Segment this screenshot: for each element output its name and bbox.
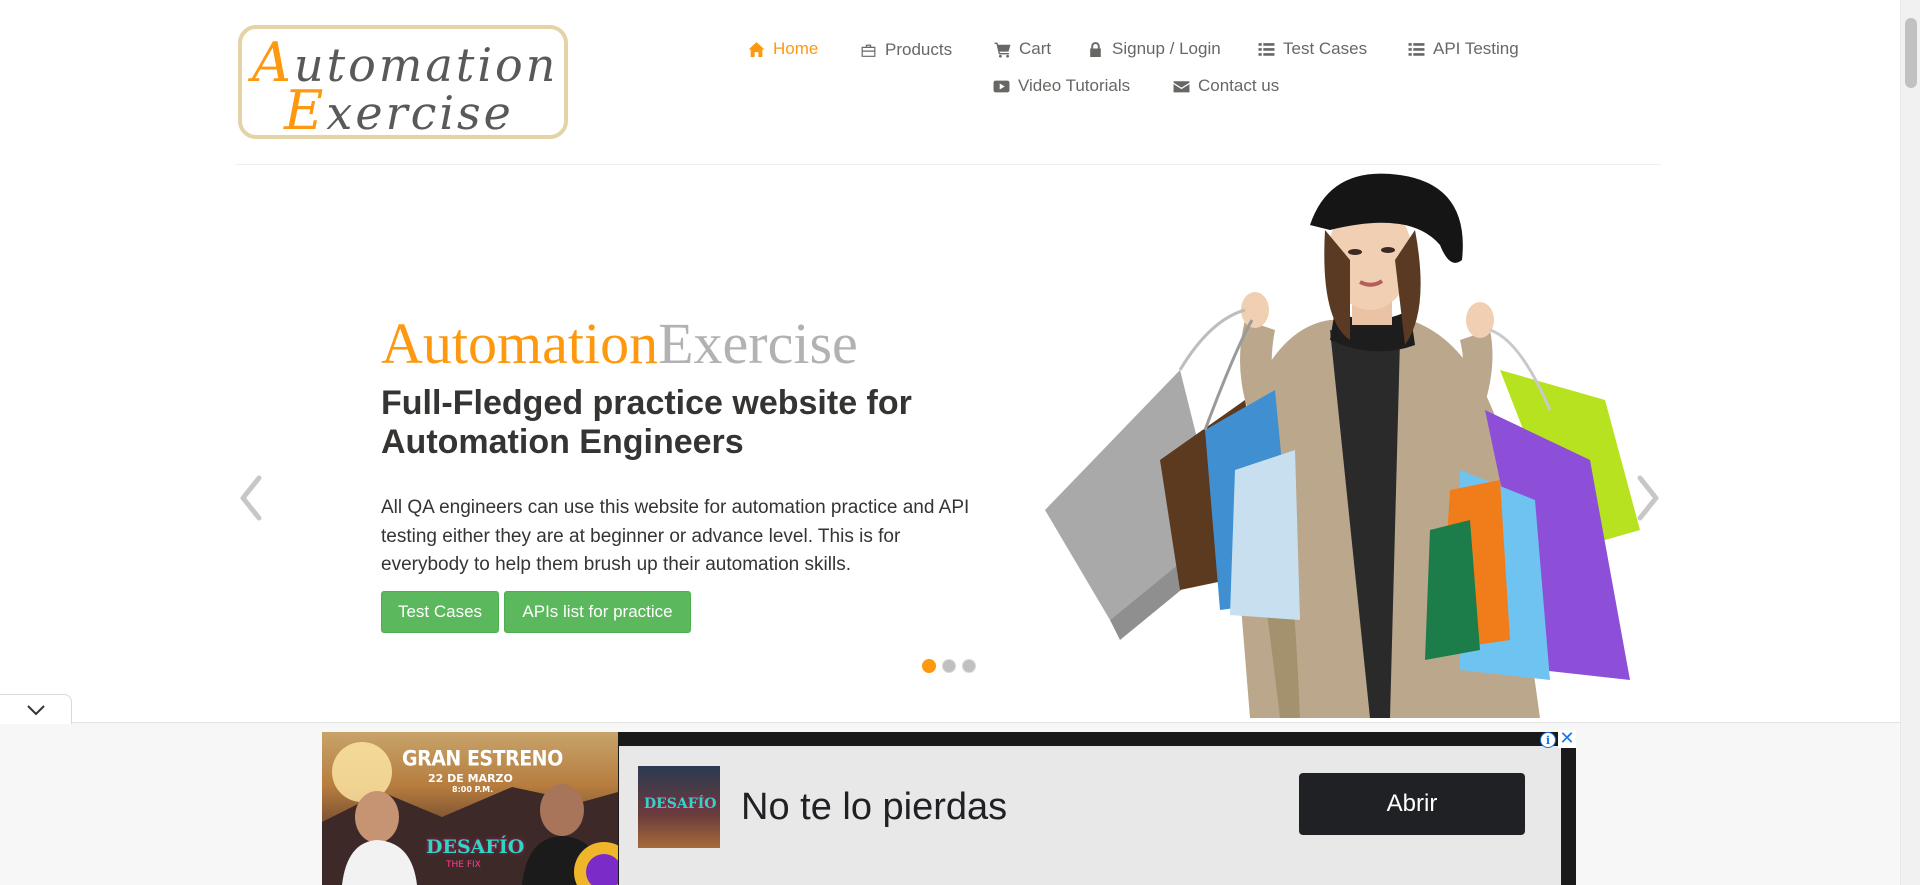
ad-thumbnail: DESAFÍO [638, 766, 720, 848]
ad-poster-date: 22 DE MARZO [428, 772, 513, 785]
shopping-cart-icon [994, 42, 1011, 58]
slider-next-arrow[interactable] [1630, 470, 1664, 526]
nav-api-testing-label: API Testing [1433, 39, 1519, 58]
brand-title-exercise: Exercise [658, 311, 858, 376]
ad-poster-title: GRAN ESTRENO [402, 746, 563, 772]
briefcase-icon [861, 44, 876, 57]
nav-signup-login[interactable]: Signup / Login [1087, 39, 1221, 59]
header-divider [236, 164, 1661, 165]
chevron-right-icon [1637, 475, 1659, 521]
slider-indicators [922, 659, 976, 673]
nav-products-label: Products [885, 40, 953, 59]
chevron-left-icon [240, 475, 262, 521]
slide-indicator-2[interactable] [942, 659, 956, 673]
youtube-play-icon [993, 80, 1010, 92]
ad-collapse-toggle[interactable] [0, 694, 72, 724]
slider-prev-arrow[interactable] [235, 470, 269, 526]
slide-indicator-3[interactable] [962, 659, 976, 673]
list-icon [1408, 42, 1425, 56]
chevron-down-icon [26, 704, 45, 715]
envelope-icon [1173, 80, 1190, 92]
nav-api-testing[interactable]: API Testing [1408, 39, 1519, 59]
list-icon [1258, 42, 1275, 56]
logo-cap-e: E [284, 79, 327, 139]
nav-home[interactable]: Home [748, 39, 818, 59]
ad-close-icon[interactable]: ✕ [1558, 730, 1576, 748]
slide-heading: Full-Fledged practice website for Automa… [381, 384, 912, 461]
ad-headline: No te lo pierdas [741, 786, 1008, 828]
nav-cart-label: Cart [1019, 39, 1052, 58]
brand-title-automation: Automation [381, 311, 659, 376]
ad-card[interactable]: DESAFÍO No te lo pierdas Abrir [619, 746, 1561, 885]
home-icon [748, 41, 765, 57]
nav-video-tutorials[interactable]: Video Tutorials [993, 76, 1130, 96]
ad-poster-image: GRAN ESTRENO 22 DE MARZO 8:00 P.M. DESAF… [322, 732, 618, 885]
nav-video-tutorials-label: Video Tutorials [1018, 76, 1131, 95]
nav-cart[interactable]: Cart [994, 39, 1051, 59]
logo-text-exercise: xercise [326, 86, 514, 139]
slide-indicator-1[interactable] [922, 659, 936, 673]
nav-contact-us-label: Contact us [1198, 76, 1280, 95]
logo-line-2: Exercise [284, 79, 514, 139]
page-scrollbar[interactable] [1900, 0, 1920, 885]
ad-info-icon[interactable]: i [1540, 732, 1556, 748]
ad-poster-subtitle: THE FIX [446, 860, 481, 870]
scrollbar-thumb[interactable] [1905, 18, 1917, 88]
site-logo[interactable]: Automation Exercise [238, 25, 568, 139]
nav-contact-us[interactable]: Contact us [1173, 76, 1279, 96]
nav-signup-login-label: Signup / Login [1112, 39, 1221, 58]
test-cases-button[interactable]: Test Cases [381, 591, 499, 633]
ad-poster-logo: DESAFÍO [426, 836, 525, 858]
apis-list-button[interactable]: APIs list for practice [504, 591, 691, 633]
nav-products[interactable]: Products [860, 40, 952, 60]
ad-open-button[interactable]: Abrir [1299, 773, 1525, 835]
slide-brand-title: AutomationExercise [381, 310, 858, 377]
slide-description: All QA engineers can use this website fo… [381, 497, 970, 575]
nav-home-label: Home [773, 39, 819, 58]
ad-banner[interactable]: GRAN ESTRENO 22 DE MARZO 8:00 P.M. DESAF… [322, 732, 1576, 885]
nav-test-cases-label: Test Cases [1283, 39, 1368, 58]
ad-thumbnail-logo: DESAFÍO [644, 796, 717, 812]
lock-icon [1090, 41, 1101, 57]
ad-poster-time: 8:00 P.M. [452, 785, 494, 794]
nav-test-cases[interactable]: Test Cases [1258, 39, 1367, 59]
hero-model-image [1030, 170, 1640, 718]
